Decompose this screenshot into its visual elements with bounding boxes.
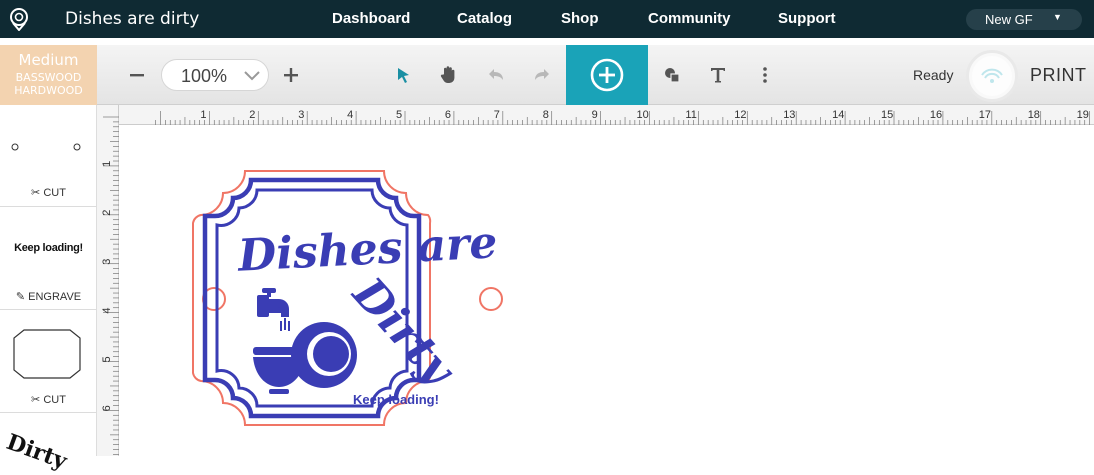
ruler-number: 6 bbox=[101, 405, 113, 411]
nav-support[interactable]: Support bbox=[778, 10, 836, 27]
ruler-number: 5 bbox=[101, 356, 113, 362]
engrave-preview-text: Keep loading! bbox=[14, 242, 83, 254]
select-tool-button[interactable] bbox=[390, 62, 416, 88]
material-name-line2: HARDWOOD bbox=[14, 84, 83, 97]
material-swatch[interactable]: Medium BASSWOOD HARDWOOD bbox=[0, 45, 97, 105]
design-artwork[interactable]: Dishes are Dirty Keep loading! bbox=[119, 125, 1094, 456]
ruler-number: 15 bbox=[881, 109, 893, 121]
ruler-number: 16 bbox=[930, 109, 942, 121]
ruler-number: 3 bbox=[101, 259, 113, 265]
ruler-number: 10 bbox=[637, 109, 649, 121]
step-engrave[interactable]: Keep loading! ✎ ENGRAVE bbox=[0, 207, 97, 310]
ruler-number: 19 bbox=[1077, 109, 1089, 121]
ruler-number: 2 bbox=[249, 109, 255, 121]
zoom-in-button[interactable] bbox=[278, 62, 304, 88]
undo-button[interactable] bbox=[483, 62, 509, 88]
right-hole[interactable] bbox=[479, 287, 503, 311]
ruler-number: 1 bbox=[200, 109, 206, 121]
faucet-icon bbox=[257, 288, 290, 331]
ruler-number: 1 bbox=[101, 161, 113, 167]
holes-preview bbox=[11, 143, 81, 151]
document-title[interactable]: Dishes are dirty bbox=[65, 9, 199, 29]
ruler-number: 4 bbox=[347, 109, 353, 121]
ruler-number: 4 bbox=[101, 307, 113, 313]
ruler-number: 3 bbox=[298, 109, 304, 121]
zoom-out-button[interactable] bbox=[124, 62, 150, 88]
more-options-button[interactable] bbox=[752, 62, 778, 88]
ruler-number: 14 bbox=[832, 109, 844, 121]
ruler-number: 7 bbox=[494, 109, 500, 121]
redo-icon bbox=[535, 69, 549, 80]
vertical-ruler: 1 2 3 4 5 6 bbox=[97, 105, 119, 456]
horizontal-ruler: 1234567891011121314151617181920 bbox=[119, 105, 1094, 125]
caret-down-icon: ▼ bbox=[1053, 12, 1062, 22]
undo-icon bbox=[489, 69, 503, 80]
pencil-icon: ✎ bbox=[15, 291, 26, 303]
step-cut-outline[interactable]: ✂ CUT bbox=[0, 310, 97, 413]
horizontal-ruler-ticks: 1234567891011121314151617181920 bbox=[155, 109, 1090, 125]
step-cut-holes[interactable]: ✂ CUT bbox=[0, 105, 97, 207]
scissors-icon: ✂ bbox=[31, 187, 41, 199]
design-caption: Keep loading! bbox=[353, 392, 439, 407]
step-engrave-label: ✎ ENGRAVE bbox=[15, 291, 82, 303]
ruler-number: 8 bbox=[543, 109, 549, 121]
design-canvas[interactable]: Dishes are Dirty Keep loading! bbox=[119, 125, 1094, 456]
steps-panel: ✂ CUT Keep loading! ✎ ENGRAVE ✂ CUT Dirt… bbox=[0, 105, 97, 475]
print-button[interactable]: PRINT bbox=[1030, 65, 1087, 86]
step-cut-label: ✂ CUT bbox=[31, 394, 66, 406]
ruler-number: 12 bbox=[734, 109, 746, 121]
printer-indicator[interactable] bbox=[966, 50, 1018, 102]
ruler-number: 17 bbox=[979, 109, 991, 121]
nav-shop[interactable]: Shop bbox=[561, 10, 599, 27]
outline-preview bbox=[13, 329, 81, 379]
vertical-ruler-ticks: 1 2 3 4 5 6 bbox=[101, 116, 119, 455]
zoom-value: 100% bbox=[181, 66, 228, 86]
ruler-number: 5 bbox=[396, 109, 402, 121]
material-name-line1: BASSWOOD bbox=[15, 71, 82, 84]
pan-tool-button[interactable] bbox=[436, 62, 462, 88]
editor-toolbar: Medium BASSWOOD HARDWOOD 100% Ready PRIN… bbox=[0, 45, 1094, 105]
design-heading: Dishes are bbox=[235, 217, 499, 282]
nav-dashboard[interactable]: Dashboard bbox=[332, 10, 410, 27]
ruler-number: 18 bbox=[1028, 109, 1040, 121]
hand-pan-icon bbox=[440, 66, 455, 83]
text-tool-icon bbox=[711, 68, 725, 83]
ruler-number: 11 bbox=[685, 109, 696, 121]
wifi-signal-icon bbox=[972, 56, 1012, 96]
ruler-number: 6 bbox=[445, 109, 451, 121]
dirty-preview-text: Dirty bbox=[3, 429, 71, 475]
redo-button[interactable] bbox=[529, 62, 555, 88]
add-circle-icon bbox=[590, 58, 624, 92]
top-nav-bar: Dishes are dirty Dashboard Catalog Shop … bbox=[0, 0, 1094, 38]
shapes-button[interactable] bbox=[659, 62, 685, 88]
account-dropdown[interactable]: New GF ▼ bbox=[966, 9, 1082, 30]
step-cut-label: ✂ CUT bbox=[31, 187, 66, 199]
ruler-number: 2 bbox=[101, 210, 113, 216]
plus-icon bbox=[284, 68, 298, 82]
add-element-button[interactable] bbox=[566, 45, 648, 105]
location-pin-logo-icon[interactable] bbox=[8, 7, 30, 31]
printer-status: Ready bbox=[913, 67, 954, 83]
more-vertical-icon bbox=[763, 67, 767, 83]
chevron-down-icon bbox=[244, 71, 260, 81]
ruler-number: 13 bbox=[783, 109, 795, 121]
nav-catalog[interactable]: Catalog bbox=[457, 10, 512, 27]
ruler-number: 9 bbox=[592, 109, 598, 121]
nav-community[interactable]: Community bbox=[648, 10, 731, 27]
zoom-select[interactable]: 100% bbox=[161, 59, 269, 91]
select-arrow-icon bbox=[398, 68, 409, 83]
design-tilted-word: Dirty bbox=[341, 267, 465, 397]
shapes-icon bbox=[665, 68, 680, 83]
bowl-icon bbox=[253, 347, 305, 394]
account-name: New GF bbox=[985, 12, 1033, 27]
material-thickness: Medium bbox=[18, 51, 79, 69]
text-tool-button[interactable] bbox=[705, 62, 731, 88]
minus-icon bbox=[130, 74, 144, 77]
scissors-icon: ✂ bbox=[31, 394, 41, 406]
